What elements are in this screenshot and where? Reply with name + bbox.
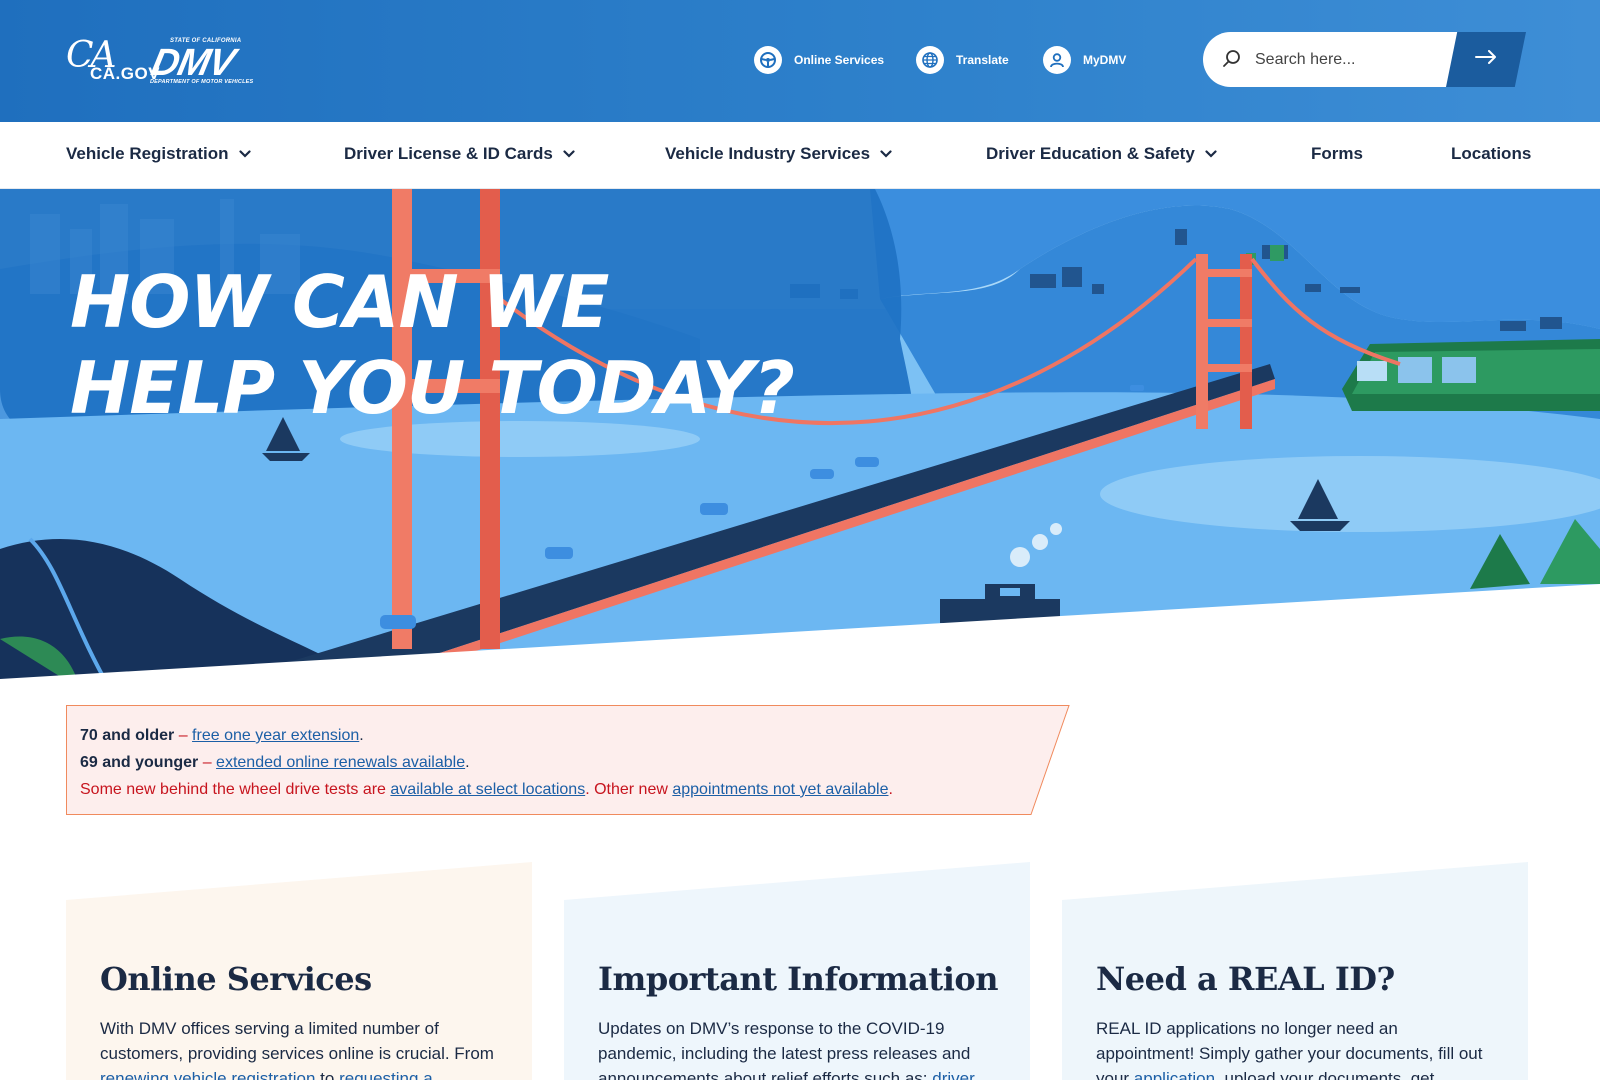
- nav-item-vehicle-industry[interactable]: Vehicle Industry Services: [665, 144, 892, 164]
- hero-title-line: HELP YOU TODAY?: [70, 346, 795, 430]
- card-online-services: Online Services With DMV offices serving…: [66, 862, 532, 1080]
- globe-icon: [916, 46, 944, 74]
- card-title: Need a REAL ID?: [1096, 960, 1395, 998]
- alert-period: .: [359, 727, 364, 744]
- application-link[interactable]: application: [1134, 1069, 1215, 1080]
- dmv-logo[interactable]: STATE OF CALIFORNIA DMV DEPARTMENT OF MO…: [147, 38, 280, 88]
- chevron-down-icon: [563, 150, 575, 158]
- arrow-right-icon: [1475, 50, 1497, 69]
- translate-link[interactable]: Translate: [916, 46, 1009, 74]
- alert-separator: –: [174, 727, 193, 744]
- translate-label: Translate: [956, 53, 1009, 67]
- search-icon: [1221, 48, 1243, 70]
- card-text-segment: Updates on DMV’s response to the COVID-1…: [598, 1019, 971, 1080]
- dmv-logo-department: DEPARTMENT OF MOTOR VEHICLES: [150, 79, 254, 85]
- search-input[interactable]: [1255, 42, 1455, 77]
- main-navigation: Vehicle Registration Driver License & ID…: [0, 122, 1600, 189]
- nav-item-locations[interactable]: Locations: [1451, 144, 1531, 164]
- requesting-link[interactable]: requesting a: [339, 1069, 433, 1080]
- online-renewals-link[interactable]: extended online renewals available: [216, 754, 465, 771]
- hero-title-line: HOW CAN WE: [70, 260, 609, 344]
- top-header: CA CA.GOV STATE OF CALIFORNIA DMV DEPART…: [0, 0, 1600, 122]
- driver-link[interactable]: driver: [932, 1069, 975, 1080]
- nav-item-label: Driver License & ID Cards: [344, 144, 553, 163]
- card-text: With DMV offices serving a limited numbe…: [100, 1016, 500, 1080]
- chevron-down-icon: [1205, 150, 1217, 158]
- card-important-information: Important Information Updates on DMV’s r…: [564, 862, 1030, 1080]
- alert-banner: 70 and older – free one year extension . …: [66, 705, 1070, 815]
- chevron-down-icon: [238, 150, 251, 158]
- alert-period: .: [465, 754, 470, 771]
- alert-text-segment: . Other new: [585, 781, 673, 798]
- ca-gov-logo[interactable]: CA CA.GOV: [66, 38, 160, 88]
- free-extension-link[interactable]: free one year extension: [192, 727, 359, 744]
- nav-item-label: Vehicle Industry Services: [665, 144, 871, 163]
- alert-text: 70 and older – free one year extension . …: [80, 722, 893, 803]
- alert-bold: 69 and younger: [80, 754, 199, 771]
- nav-item-forms[interactable]: Forms: [1311, 144, 1363, 164]
- renew-registration-link[interactable]: renewing vehicle registration: [100, 1069, 315, 1080]
- nav-item-label: Locations: [1451, 144, 1532, 163]
- card-text: REAL ID applications no longer need an a…: [1096, 1016, 1496, 1080]
- card-title: Online Services: [100, 960, 372, 998]
- alert-text-segment: Some new behind the wheel drive tests ar…: [80, 781, 391, 798]
- nav-item-label: Driver Education & Safety: [986, 144, 1195, 163]
- chevron-down-icon: [880, 150, 892, 158]
- card-text-segment: With DMV offices serving a limited numbe…: [100, 1019, 494, 1063]
- select-locations-link[interactable]: available at select locations: [390, 781, 585, 798]
- alert-line-70-older: 70 and older – free one year extension.: [80, 722, 893, 749]
- appointments-link[interactable]: appointments not yet available: [672, 781, 888, 798]
- card-real-id: Need a REAL ID? REAL ID applications no …: [1062, 862, 1528, 1080]
- steering-wheel-icon: [754, 46, 782, 74]
- alert-line-drive-tests: Some new behind the wheel drive tests ar…: [80, 776, 893, 803]
- card-text-segment: , upload your documents, get: [1215, 1069, 1435, 1080]
- search-box: [1203, 32, 1467, 87]
- card-title: Important Information: [598, 960, 998, 998]
- mydmv-link[interactable]: MyDMV: [1043, 46, 1126, 74]
- hero-title: HOW CAN WE HELP YOU TODAY?: [70, 259, 795, 431]
- alert-line-69-younger: 69 and younger – extended online renewal…: [80, 749, 893, 776]
- nav-item-label: Vehicle Registration: [66, 144, 229, 163]
- nav-item-vehicle-registration[interactable]: Vehicle Registration: [66, 144, 251, 164]
- mydmv-label: MyDMV: [1083, 53, 1127, 67]
- user-icon: [1043, 46, 1071, 74]
- online-services-label: Online Services: [794, 53, 885, 67]
- hero-banner: HOW CAN WE HELP YOU TODAY?: [0, 189, 1600, 689]
- card-text: Updates on DMV’s response to the COVID-1…: [598, 1016, 998, 1080]
- card-text-segment: to: [315, 1069, 340, 1080]
- alert-separator: –: [198, 754, 217, 771]
- nav-item-label: Forms: [1311, 144, 1363, 163]
- search-submit-button[interactable]: [1446, 32, 1526, 87]
- alert-bold: 70 and older: [80, 727, 175, 744]
- nav-item-driver-education[interactable]: Driver Education & Safety: [986, 144, 1217, 164]
- nav-item-driver-license[interactable]: Driver License & ID Cards: [344, 144, 575, 164]
- dmv-logo-name: DMV: [147, 42, 238, 84]
- online-services-link[interactable]: Online Services: [754, 46, 884, 74]
- alert-period: .: [888, 781, 893, 798]
